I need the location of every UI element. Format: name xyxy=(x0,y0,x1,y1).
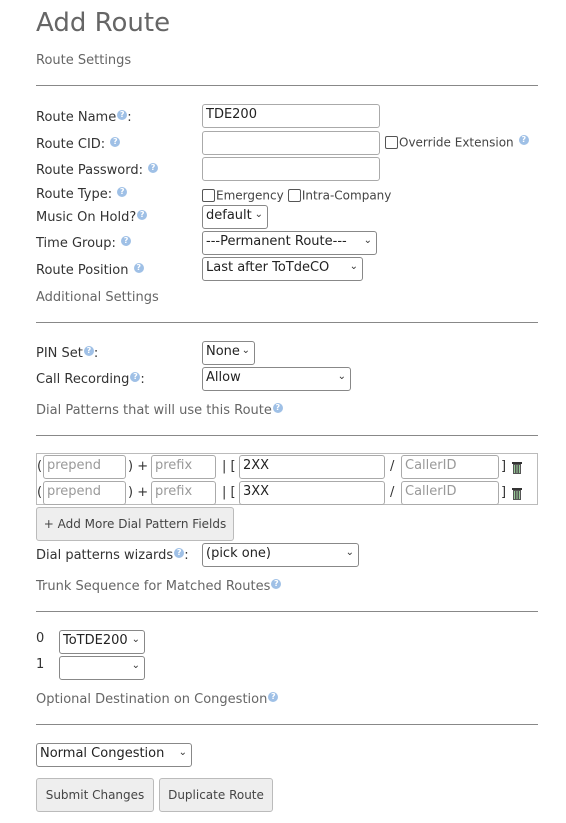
chevron-down-icon: ⌄ xyxy=(363,235,372,246)
help-icon[interactable]: ? xyxy=(130,372,141,382)
trunk-index: 1 xyxy=(36,657,45,672)
prepend-input[interactable]: prepend xyxy=(43,481,126,505)
route-position-label: Route Position ? xyxy=(36,263,144,278)
route-cid-input[interactable] xyxy=(202,131,380,155)
call-recording-select[interactable]: Allow ⌄ xyxy=(202,367,351,391)
duplicate-route-button[interactable]: Duplicate Route xyxy=(159,778,273,812)
intra-company-checkbox[interactable] xyxy=(287,189,301,202)
help-icon[interactable]: ? xyxy=(117,187,128,197)
prefix-input[interactable]: prefix xyxy=(151,455,216,479)
override-extension-option[interactable]: Override Extension ? xyxy=(385,135,529,150)
help-icon[interactable]: ? xyxy=(137,210,148,220)
divider xyxy=(36,322,538,323)
chevron-down-icon: ⌄ xyxy=(345,547,354,558)
prefix-input[interactable]: prefix xyxy=(151,481,216,505)
help-icon[interactable]: ? xyxy=(133,263,144,273)
dial-patterns-wizards-select[interactable]: (pick one) ⌄ xyxy=(202,543,359,567)
divider xyxy=(36,85,538,86)
help-icon[interactable]: ? xyxy=(268,692,279,702)
divider xyxy=(36,435,538,436)
trunk-index: 0 xyxy=(36,631,45,646)
help-icon[interactable]: ? xyxy=(83,346,94,356)
section-route-settings: Route Settings xyxy=(36,53,132,68)
pin-set-label: PIN Set?: xyxy=(36,346,99,361)
emergency-checkbox[interactable] xyxy=(202,189,215,202)
route-password-input[interactable] xyxy=(202,157,380,181)
time-group-label: Time Group: ? xyxy=(36,236,132,251)
submit-changes-button[interactable]: Submit Changes xyxy=(36,778,154,812)
section-optional-destination: Optional Destination on Congestion? xyxy=(36,692,279,707)
trash-icon[interactable] xyxy=(511,461,523,474)
dial-patterns-wizards-label: Dial patterns wizards?: xyxy=(36,548,189,563)
chevron-down-icon: ⌄ xyxy=(131,660,140,671)
help-icon[interactable]: ? xyxy=(174,548,185,558)
add-more-dial-pattern-button[interactable]: + Add More Dial Pattern Fields xyxy=(36,507,234,541)
help-icon[interactable]: ? xyxy=(272,403,283,413)
help-icon[interactable]: ? xyxy=(121,236,132,246)
divider xyxy=(36,724,538,725)
pin-set-select[interactable]: None ⌄ xyxy=(202,341,255,365)
route-cid-label: Route CID: ? xyxy=(36,137,121,152)
section-dial-patterns: Dial Patterns that will use this Route? xyxy=(36,403,283,418)
trunk-select[interactable]: ToTDE200 ⌄ xyxy=(59,630,145,654)
help-icon[interactable]: ? xyxy=(148,163,159,173)
prepend-input[interactable]: prepend xyxy=(43,455,126,479)
chevron-down-icon: ⌄ xyxy=(241,345,250,356)
page-title: Add Route xyxy=(36,8,171,38)
call-recording-label: Call Recording?: xyxy=(36,372,145,387)
music-on-hold-label: Music On Hold?? xyxy=(36,210,148,225)
override-extension-checkbox[interactable] xyxy=(385,136,398,149)
help-icon[interactable]: ? xyxy=(117,110,128,120)
route-name-input[interactable]: TDE200 xyxy=(202,104,380,128)
chevron-down-icon: ⌄ xyxy=(131,634,140,645)
route-password-label: Route Password: ? xyxy=(36,163,159,178)
callerid-input[interactable]: CallerID xyxy=(401,481,499,505)
help-icon[interactable]: ? xyxy=(110,137,121,147)
match-pattern-input[interactable]: 2XX xyxy=(239,455,385,479)
callerid-input[interactable]: CallerID xyxy=(401,455,499,479)
route-name-label: Route Name?: xyxy=(36,110,132,125)
route-position-select[interactable]: Last after ToTdeCO ⌄ xyxy=(202,257,363,281)
chevron-down-icon: ⌄ xyxy=(337,371,346,382)
chevron-down-icon: ⌄ xyxy=(254,209,263,220)
route-type-label: Route Type: ? xyxy=(36,187,128,202)
chevron-down-icon: ⌄ xyxy=(178,747,187,758)
help-icon[interactable]: ? xyxy=(518,135,529,145)
help-icon[interactable]: ? xyxy=(271,579,282,589)
match-pattern-input[interactable]: 3XX xyxy=(239,481,385,505)
divider xyxy=(36,611,538,612)
section-trunk-sequence: Trunk Sequence for Matched Routes? xyxy=(36,579,282,594)
trunk-select[interactable]: ⌄ xyxy=(59,656,145,680)
time-group-select[interactable]: ---Permanent Route--- ⌄ xyxy=(202,231,377,255)
congestion-destination-select[interactable]: Normal Congestion ⌄ xyxy=(36,743,192,767)
music-on-hold-select[interactable]: default ⌄ xyxy=(202,205,268,229)
chevron-down-icon: ⌄ xyxy=(349,261,358,272)
route-type-options: Emergency Intra-Company xyxy=(202,188,391,203)
trash-icon[interactable] xyxy=(511,487,523,500)
section-additional-settings: Additional Settings xyxy=(36,290,159,305)
